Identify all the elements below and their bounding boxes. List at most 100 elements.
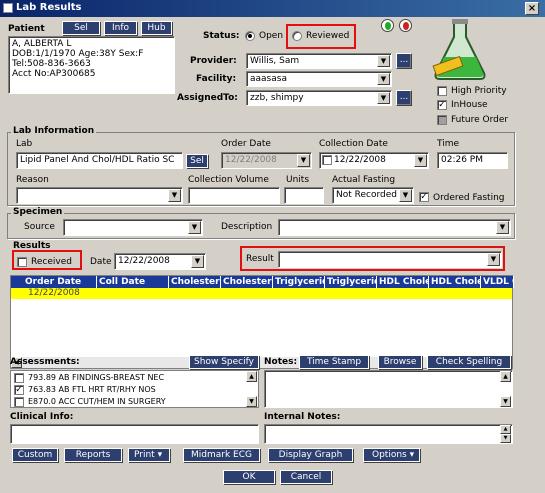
collection-date-label: Collection Date: [319, 139, 388, 149]
collection-volume-field[interactable]: [188, 187, 280, 204]
chevron-down-icon: ▼: [414, 154, 427, 167]
patient-tel: Tel:508-836-3663: [12, 59, 91, 69]
patient-sel-button[interactable]: Sel: [62, 21, 100, 35]
lab-field[interactable]: Lipid Panel And Chol/HDL Ratio SC: [16, 152, 183, 169]
print-button[interactable]: Print ▾: [128, 448, 170, 462]
ordered-fasting-checkbox[interactable]: ✓: [419, 192, 429, 202]
provider-select[interactable]: Willis, Sam ▼: [246, 53, 392, 69]
browse-button[interactable]: Browse: [378, 355, 422, 369]
reports-button[interactable]: Reports: [64, 448, 122, 462]
provider-label: Provider:: [190, 56, 237, 66]
high-priority-checkbox[interactable]: [437, 86, 447, 96]
grid-cell-order-date: 12/22/2008: [28, 288, 80, 298]
collection-date-field[interactable]: 12/22/2008 ▼: [319, 152, 429, 169]
assessment-checkbox[interactable]: [14, 397, 24, 407]
lab-label: Lab: [16, 139, 33, 149]
actual-fasting-select[interactable]: Not Recorded ▼: [332, 187, 414, 204]
grid-header-vldl[interactable]: VLDL C: [481, 276, 514, 288]
assessment-checkbox[interactable]: [14, 373, 24, 383]
grid-header-cholesterol-1[interactable]: Cholesterol: [169, 276, 221, 288]
results-date-field[interactable]: 12/22/2008 ▼: [114, 253, 206, 270]
chevron-down-icon: ▼: [297, 154, 310, 167]
custom-button[interactable]: Custom: [12, 448, 58, 462]
internal-notes-field[interactable]: [264, 424, 513, 444]
scroll-down-icon[interactable]: ▼: [500, 434, 511, 443]
inhouse-checkbox[interactable]: ✓: [437, 100, 447, 110]
patient-name: A, ALBERTA L: [12, 39, 72, 49]
chevron-down-icon: ▼: [377, 73, 390, 85]
grid-header-hdl-1[interactable]: HDL Chole: [377, 276, 429, 288]
ok-button[interactable]: OK: [223, 470, 275, 484]
patient-info-box: A, ALBERTA L DOB:1/1/1970 Age:38Y Sex:F …: [8, 36, 175, 94]
show-specify-button[interactable]: Show Specify: [189, 355, 259, 369]
list-item[interactable]: 793.89 AB FINDINGS-BREAST NEC: [28, 373, 164, 382]
check-spelling-button[interactable]: Check Spelling: [427, 355, 511, 369]
display-graph-button[interactable]: Display Graph: [268, 448, 353, 462]
chevron-down-icon: ▼: [496, 221, 509, 234]
result-highlight: [240, 246, 505, 271]
order-date-field: 12/22/2008 ▼: [221, 152, 312, 169]
notes-label: Notes:: [264, 357, 298, 367]
chevron-down-icon: ▼: [399, 189, 412, 202]
chevron-down-icon: ▼: [377, 55, 390, 67]
list-item[interactable]: 763.83 AB FTL HRT RT/RHY NOS: [28, 385, 156, 394]
collection-date-checkbox[interactable]: [322, 155, 332, 165]
facility-label: Facility:: [196, 74, 237, 84]
assessments-label: Assessments:: [10, 357, 80, 367]
notes-textarea[interactable]: [264, 370, 513, 408]
lab-sel-button[interactable]: Sel: [186, 154, 208, 168]
midmark-ecg-button[interactable]: Midmark ECG: [183, 448, 260, 462]
assigned-lookup-button[interactable]: ...: [396, 90, 412, 106]
list-item[interactable]: E870.0 ACC CUT/HEM IN SURGERY: [28, 397, 166, 406]
provider-value: Willis, Sam: [250, 56, 300, 66]
time-stamp-button[interactable]: Time Stamp: [299, 355, 369, 369]
time-field[interactable]: 02:26 PM: [437, 152, 508, 169]
patient-info-button[interactable]: Info: [104, 21, 137, 35]
assessment-checkbox[interactable]: ✓: [14, 385, 24, 395]
description-select[interactable]: ▼: [278, 219, 511, 236]
source-select[interactable]: ▼: [63, 219, 203, 236]
results-date-label: Date: [90, 257, 112, 267]
table-row[interactable]: 12/22/2008: [11, 288, 512, 299]
units-field[interactable]: [284, 187, 324, 204]
assessments-list[interactable]: 793.89 AB FINDINGS-BREAST NEC ✓ 763.83 A…: [10, 370, 259, 408]
close-button[interactable]: ×: [525, 2, 539, 15]
grid-header-cholesterol-2[interactable]: Cholesterol: [221, 276, 273, 288]
cancel-button[interactable]: Cancel: [280, 470, 332, 484]
grid-header-triglyceride-1[interactable]: Triglyceride: [273, 276, 325, 288]
time-label: Time: [437, 139, 460, 149]
caret-down-icon: ▾: [157, 450, 163, 460]
source-label: Source: [24, 222, 55, 232]
ordered-fasting-label: Ordered Fasting: [433, 193, 505, 203]
status-label: Status:: [203, 31, 240, 41]
future-order-checkbox[interactable]: [437, 115, 447, 125]
order-date-value: 12/22/2008: [225, 155, 277, 165]
scroll-up-icon[interactable]: ▲: [500, 371, 511, 382]
grid-header-triglyceride-2[interactable]: Triglyceride: [325, 276, 377, 288]
grid-header-coll-date[interactable]: Coll Date: [97, 276, 169, 288]
print-label: Print: [134, 450, 155, 460]
scroll-up-icon[interactable]: ▲: [246, 371, 257, 382]
status-open-radio[interactable]: [245, 31, 255, 41]
actual-fasting-label: Actual Fasting: [332, 175, 396, 185]
collection-volume-label: Collection Volume: [188, 175, 269, 185]
chevron-down-icon: ▼: [188, 221, 201, 234]
reason-select[interactable]: ▼: [16, 187, 183, 204]
assigned-to-select[interactable]: zzb, shimpy ▼: [246, 90, 392, 106]
future-order-label: Future Order: [451, 115, 509, 125]
facility-value: aaasasa: [250, 74, 287, 84]
provider-lookup-button[interactable]: ...: [396, 53, 412, 69]
patient-hub-button[interactable]: Hub: [141, 21, 172, 35]
scroll-down-icon[interactable]: ▼: [246, 396, 257, 407]
facility-select[interactable]: aaasasa ▼: [246, 71, 392, 87]
assigned-to-label: AssignedTo:: [177, 93, 238, 103]
scroll-up-icon[interactable]: ▲: [500, 425, 511, 434]
lab-results-dialog: Patient Sel Info Hub A, ALBERTA L DOB:1/…: [0, 17, 545, 493]
scroll-down-icon[interactable]: ▼: [500, 396, 511, 407]
options-button[interactable]: Options ▾: [363, 448, 420, 462]
grid-header-order-date[interactable]: Order Date: [11, 276, 97, 288]
units-label: Units: [286, 175, 310, 185]
grid-header-hdl-2[interactable]: HDL Chole: [429, 276, 481, 288]
title-bar: Lab Results ×: [0, 0, 545, 17]
clinical-info-field[interactable]: [10, 424, 259, 444]
